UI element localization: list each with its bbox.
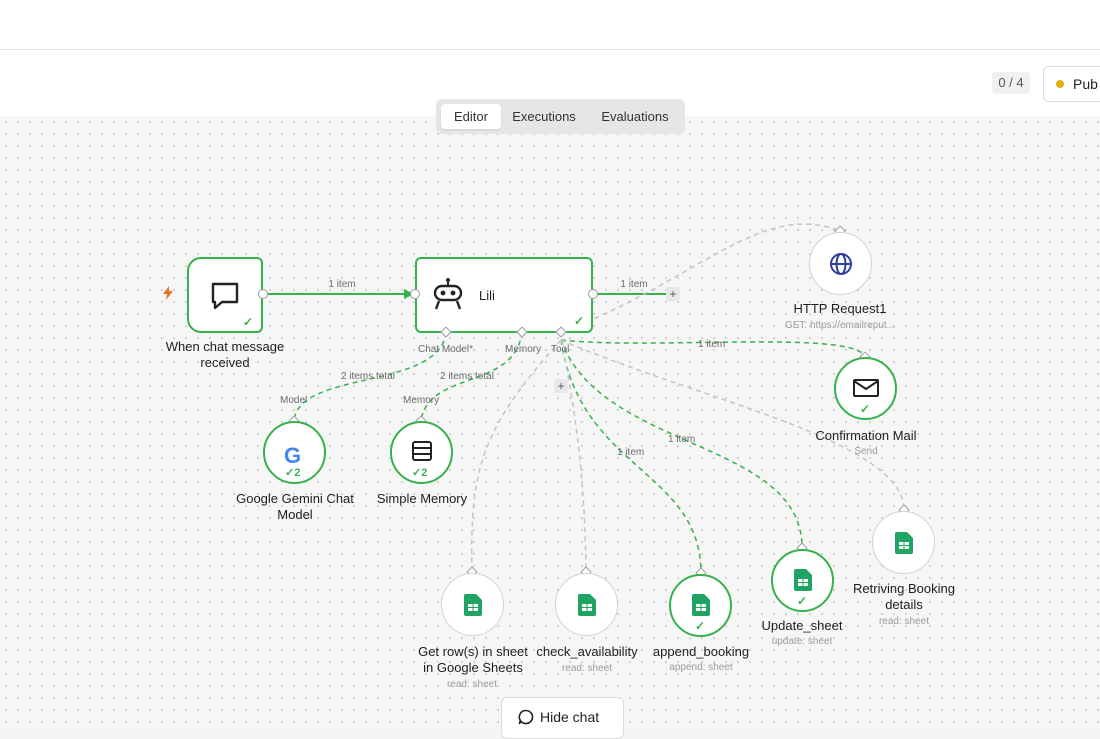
memory-node[interactable]: ✓2	[390, 421, 453, 484]
edge-label-agent-out: 1 item	[620, 279, 648, 290]
robot-icon	[431, 277, 465, 316]
agent-node[interactable]: Lili ✓	[415, 257, 593, 333]
http-node-label: HTTP Request1	[793, 301, 887, 316]
append-booking-node-label: append_booking	[652, 644, 750, 659]
gemini-node[interactable]: G ✓2	[263, 421, 326, 484]
check-availability-node-label: check_availability	[536, 644, 638, 659]
gemini-node-label: Google Gemini Chat Model	[236, 491, 354, 522]
retrieving-booking-node[interactable]	[872, 511, 935, 574]
edge-label-update: 1 item	[668, 434, 696, 445]
port-label-tool: Tool	[551, 344, 570, 355]
memory-run-count: 2	[421, 467, 428, 479]
agent-node-label: Lili	[479, 288, 495, 303]
agent-input-port[interactable]	[410, 289, 420, 299]
success-check-icon: ✓	[574, 314, 585, 328]
add-node-button[interactable]: +	[666, 287, 680, 301]
sheets-icon	[692, 594, 710, 621]
update-sheet-node-label: Update_sheet	[761, 618, 843, 633]
get-rows-node-subtitle: read: sheet	[446, 679, 498, 690]
edge-label-mail: 1 item	[698, 339, 726, 350]
chat-bubble-icon	[518, 709, 534, 728]
trigger-node[interactable]: ✓	[187, 257, 263, 333]
mail-node-subtitle: Send	[854, 446, 878, 457]
envelope-icon	[853, 379, 879, 402]
tab-evaluations[interactable]: Evaluations	[590, 104, 680, 129]
globe-icon	[828, 251, 854, 282]
memory-port-label: Memory	[403, 395, 440, 406]
view-tabs: Editor Executions Evaluations	[436, 99, 685, 134]
port-label-chat-model: Chat Model*	[418, 344, 474, 355]
check-availability-node-subtitle: read: sheet	[561, 663, 613, 674]
edge-check	[560, 339, 587, 572]
mail-node-label: Confirmation Mail	[815, 428, 917, 443]
retrieving-node-label: Retriving Booking details	[853, 581, 955, 612]
append-booking-node-subtitle: append: sheet	[669, 662, 733, 673]
edge-label-append: 1 item	[617, 447, 645, 458]
success-check-icon: ✓	[797, 594, 808, 608]
sheets-icon	[464, 594, 482, 621]
edge-label-model: 2 items total	[341, 371, 395, 382]
tab-editor[interactable]: Editor	[441, 104, 501, 129]
database-icon	[411, 440, 433, 467]
edge-label-trigger-agent: 1 item	[328, 279, 356, 290]
gemini-port-label: Model	[280, 395, 308, 406]
memory-node-label: Simple Memory	[376, 491, 468, 506]
sheets-icon	[578, 594, 596, 621]
http-request-node[interactable]	[809, 232, 872, 295]
edge-label-memory: 2 items total	[440, 371, 494, 382]
gemini-run-count: 2	[294, 467, 301, 479]
tab-executions[interactable]: Executions	[504, 104, 584, 129]
success-check-icon: ✓	[860, 402, 871, 416]
sheets-icon	[895, 532, 913, 559]
append-booking-node[interactable]: ✓	[669, 574, 732, 637]
trigger-output-port[interactable]	[258, 289, 268, 299]
update-sheet-node[interactable]: ✓	[771, 549, 834, 612]
trigger-node-label: When chat message received	[165, 339, 285, 370]
agent-output-port[interactable]	[588, 289, 598, 299]
port-label-memory: Memory	[505, 344, 542, 355]
get-rows-node[interactable]	[441, 573, 504, 636]
sheets-icon	[794, 569, 812, 596]
hide-chat-label: Hide chat	[540, 709, 600, 725]
retrieving-node-subtitle: read: sheet	[878, 616, 930, 627]
add-tool-button[interactable]: +	[554, 379, 568, 393]
chat-bubble-icon	[209, 280, 241, 317]
success-check-icon: ✓	[695, 619, 706, 633]
http-node-subtitle: GET: https://emailreput...	[784, 320, 896, 331]
confirmation-mail-node[interactable]: ✓	[834, 357, 897, 420]
success-check-icon: ✓	[243, 315, 254, 329]
update-sheet-node-subtitle: update: sheet	[771, 636, 833, 647]
lightning-icon	[162, 286, 174, 305]
hide-chat-button[interactable]: Hide chat	[501, 697, 624, 739]
check-availability-node[interactable]	[555, 573, 618, 636]
success-check-icon: ✓2	[285, 467, 301, 479]
get-rows-node-label: Get row(s) in sheet in Google Sheets	[418, 644, 528, 675]
success-check-icon: ✓2	[412, 467, 428, 479]
